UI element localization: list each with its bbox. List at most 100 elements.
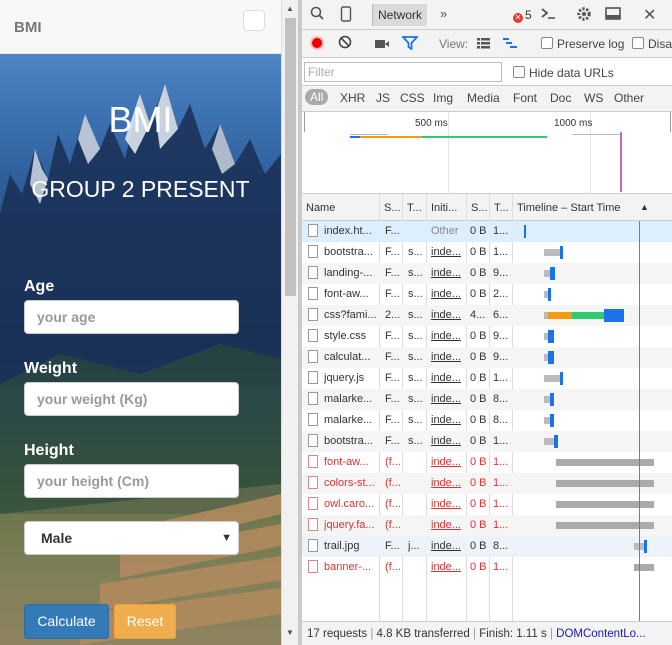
calculate-button[interactable]: Calculate <box>24 604 109 639</box>
type-filter-ws[interactable]: WS <box>584 91 603 105</box>
type-filter-css[interactable]: CSS <box>400 91 425 105</box>
console-drawer-icon[interactable] <box>540 6 556 23</box>
cell-name[interactable]: jquery.js <box>324 372 378 384</box>
cell-initiator[interactable]: inde... <box>431 351 465 363</box>
column-type[interactable]: T... <box>407 202 422 214</box>
cell-name[interactable]: style.css <box>324 330 378 342</box>
navbar-brand[interactable]: BMI <box>14 19 42 36</box>
table-row[interactable]: font-aw... F... s... inde... 0 B 2... <box>302 284 672 305</box>
table-row[interactable]: css?fami... 2... s... inde... 4... 6... <box>302 305 672 326</box>
cell-initiator[interactable]: inde... <box>431 330 465 342</box>
cell-initiator[interactable]: inde... <box>431 309 465 321</box>
table-row[interactable]: style.css F... s... inde... 0 B 9... <box>302 326 672 347</box>
sex-select[interactable]: Male ▼ <box>24 521 239 555</box>
settings-gear-icon[interactable] <box>576 6 592 25</box>
cell-name[interactable]: banner-... <box>324 561 378 573</box>
disable-cache-checkbox[interactable] <box>632 37 644 49</box>
clear-icon[interactable] <box>338 35 352 52</box>
cell-initiator[interactable]: inde... <box>431 435 465 447</box>
more-tabs-icon[interactable]: » <box>440 6 447 21</box>
weight-input[interactable]: your weight (Kg) <box>24 382 239 416</box>
cell-initiator[interactable]: inde... <box>431 414 465 426</box>
device-mode-icon[interactable] <box>340 6 352 25</box>
table-row[interactable]: landing-... F... s... inde... 0 B 9... <box>302 263 672 284</box>
type-filter-other[interactable]: Other <box>614 91 644 105</box>
type-filter-doc[interactable]: Doc <box>550 91 571 105</box>
table-row[interactable]: index.ht... F... Other 0 B 1... <box>302 221 672 242</box>
column-name[interactable]: Name <box>306 202 335 214</box>
waterfall-overview-icon[interactable] <box>502 36 518 52</box>
cell-name[interactable]: font-aw... <box>324 288 378 300</box>
table-row[interactable]: calculat... F... s... inde... 0 B 9... <box>302 347 672 368</box>
type-filter-img[interactable]: Img <box>433 91 453 105</box>
table-row[interactable]: bootstra... F... s... inde... 0 B 1... <box>302 242 672 263</box>
close-devtools-icon[interactable]: ✕ <box>643 5 656 25</box>
cell-initiator[interactable]: inde... <box>431 456 465 468</box>
cell-initiator[interactable]: inde... <box>431 519 465 531</box>
scroll-up-arrow-icon[interactable]: ▲ <box>286 4 294 13</box>
table-row[interactable]: trail.jpg F... j... inde... 0 B 8... <box>302 536 672 557</box>
table-row[interactable]: font-aw... (f... inde... 0 B 1... <box>302 452 672 473</box>
sort-ascending-icon[interactable]: ▲ <box>640 202 649 212</box>
column-initiator[interactable]: Initi... <box>431 202 457 214</box>
table-row[interactable]: owl.caro... (f... inde... 0 B 1... <box>302 494 672 515</box>
cell-initiator[interactable]: inde... <box>431 540 465 552</box>
height-input[interactable]: your height (Cm) <box>24 464 239 498</box>
cell-initiator[interactable]: inde... <box>431 288 465 300</box>
type-filter-all[interactable]: All <box>305 89 329 105</box>
table-row[interactable]: banner-... (f... inde... 0 B 1... <box>302 557 672 578</box>
filter-input[interactable]: Filter <box>304 62 502 82</box>
overview-left-handle[interactable] <box>304 112 305 132</box>
cell-name[interactable]: bootstra... <box>324 435 378 447</box>
cell-name[interactable]: malarke... <box>324 393 378 405</box>
table-row[interactable]: malarke... F... s... inde... 0 B 8... <box>302 410 672 431</box>
cell-name[interactable]: css?fami... <box>324 309 378 321</box>
reset-button[interactable]: Reset <box>114 604 176 639</box>
dock-side-icon[interactable] <box>605 7 621 24</box>
cell-name[interactable]: calculat... <box>324 351 378 363</box>
cell-name[interactable]: landing-... <box>324 267 378 279</box>
cell-initiator[interactable]: inde... <box>431 372 465 384</box>
preserve-log-checkbox[interactable] <box>541 37 553 49</box>
table-row[interactable]: malarke... F... s... inde... 0 B 8... <box>302 389 672 410</box>
type-filter-media[interactable]: Media <box>467 91 500 105</box>
scrollbar-thumb[interactable] <box>285 18 296 296</box>
table-row[interactable]: jquery.js F... s... inde... 0 B 1... <box>302 368 672 389</box>
type-filter-font[interactable]: Font <box>513 91 537 105</box>
cell-name[interactable]: font-aw... <box>324 456 378 468</box>
cell-initiator[interactable]: inde... <box>431 561 465 573</box>
age-input[interactable]: your age <box>24 300 239 334</box>
table-row[interactable]: jquery.fa... (f... inde... 0 B 1... <box>302 515 672 536</box>
cell-name[interactable]: index.ht... <box>324 225 378 237</box>
tab-network[interactable]: Network <box>372 4 428 26</box>
record-icon[interactable] <box>310 36 324 50</box>
error-counter[interactable]: ✕ 5 <box>513 8 532 23</box>
column-status[interactable]: S... <box>384 202 401 214</box>
cell-name[interactable]: owl.caro... <box>324 498 378 510</box>
cell-initiator[interactable]: inde... <box>431 267 465 279</box>
column-timeline[interactable]: Timeline – Start Time <box>517 202 621 214</box>
table-row[interactable]: colors-st... (f... inde... 0 B 1... <box>302 473 672 494</box>
page-scrollbar[interactable]: ▲ ▼ <box>281 0 298 645</box>
scroll-down-arrow-icon[interactable]: ▼ <box>286 628 294 637</box>
cell-initiator[interactable]: inde... <box>431 246 465 258</box>
network-overview-timeline[interactable]: 500 ms 1000 ms <box>302 112 672 194</box>
cell-name[interactable]: bootstra... <box>324 246 378 258</box>
hide-data-urls-checkbox[interactable] <box>513 66 525 78</box>
column-size[interactable]: S... <box>471 202 488 214</box>
table-row[interactable]: bootstra... F... s... inde... 0 B 1... <box>302 431 672 452</box>
cell-name[interactable]: jquery.fa... <box>324 519 378 531</box>
cell-initiator[interactable]: Other <box>431 225 465 237</box>
column-time[interactable]: T... <box>494 202 509 214</box>
navbar-toggle-button[interactable] <box>243 10 265 31</box>
large-rows-icon[interactable] <box>476 36 490 52</box>
type-filter-xhr[interactable]: XHR <box>340 91 365 105</box>
type-filter-js[interactable]: JS <box>376 91 390 105</box>
filter-funnel-icon[interactable] <box>400 36 420 53</box>
cell-name[interactable]: trail.jpg <box>324 540 378 552</box>
cell-initiator[interactable]: inde... <box>431 498 465 510</box>
cell-initiator[interactable]: inde... <box>431 477 465 489</box>
capture-screenshots-icon[interactable] <box>374 37 390 53</box>
inspect-search-icon[interactable] <box>310 6 324 23</box>
overview-right-handle[interactable] <box>670 112 671 132</box>
